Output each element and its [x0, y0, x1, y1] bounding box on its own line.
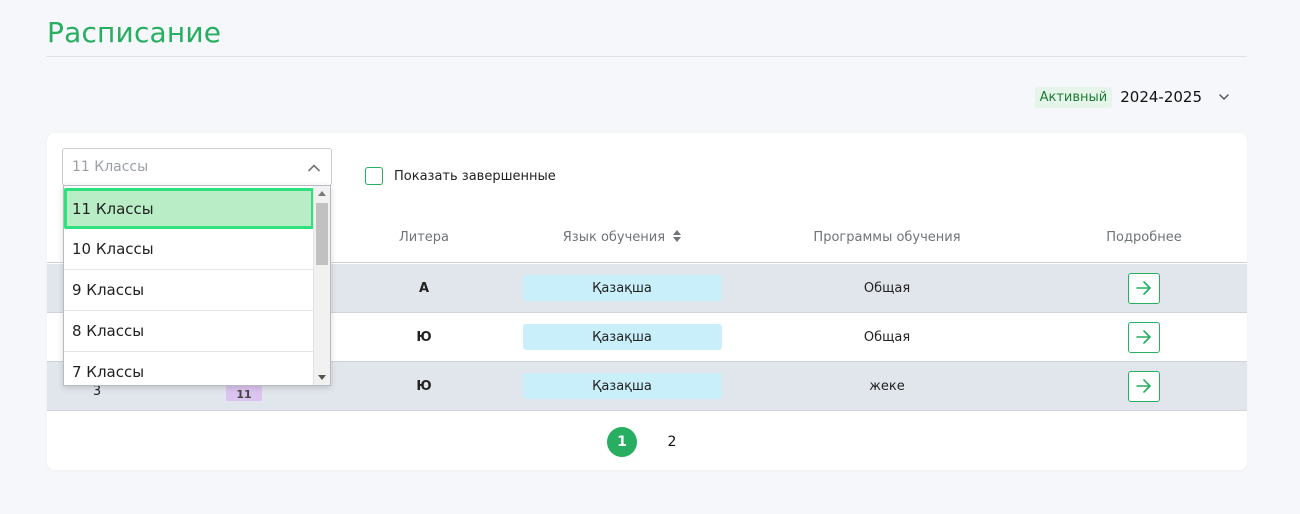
header-details: Подробнее	[1106, 230, 1182, 245]
dropdown-option[interactable]: 8 Классы	[64, 311, 314, 352]
dropdown-option[interactable]: 7 Классы	[64, 352, 314, 385]
row-program: жеке	[869, 378, 905, 394]
row-litera: А	[418, 280, 430, 296]
dropdown-option[interactable]: 10 Классы	[64, 229, 314, 270]
dropdown-option[interactable]: 9 Классы	[64, 270, 314, 311]
dropdown-scrollbar[interactable]	[313, 186, 330, 385]
scroll-up-icon[interactable]	[318, 191, 326, 196]
row-litera: Ю	[416, 378, 432, 394]
language-pill: Қазақша	[522, 324, 722, 350]
show-completed-checkbox[interactable]	[365, 167, 383, 185]
header-litera: Литера	[399, 230, 450, 245]
row-program: Общая	[863, 280, 911, 296]
chevron-up-icon[interactable]	[307, 161, 321, 175]
header-program: Программы обучения	[813, 230, 961, 245]
scroll-down-icon[interactable]	[318, 375, 326, 380]
dropdown-option[interactable]: 11 Классы	[64, 188, 314, 229]
year-selector[interactable]: Активный 2024-2025	[1034, 85, 1230, 109]
row-litera: Ю	[416, 329, 432, 345]
header-language-label[interactable]: Язык обучения	[563, 230, 665, 245]
arrow-right-icon	[1136, 281, 1151, 295]
chevron-down-icon[interactable]	[1218, 91, 1230, 103]
class-dropdown-list: 11 Классы 10 Классы 9 Классы 8 Классы 7 …	[63, 185, 331, 386]
class-select[interactable]: 11 Классы	[62, 148, 332, 186]
language-pill: Қазақша	[522, 373, 722, 399]
row-program: Общая	[863, 329, 911, 345]
arrow-right-icon	[1136, 330, 1151, 344]
page-button-1[interactable]: 1	[607, 427, 637, 457]
details-button[interactable]	[1128, 321, 1160, 353]
year-value[interactable]: 2024-2025	[1120, 88, 1202, 106]
details-button[interactable]	[1128, 370, 1160, 402]
page-title: Расписание	[47, 16, 222, 49]
show-completed-toggle[interactable]: Показать завершенные	[365, 167, 556, 185]
title-divider	[46, 56, 1247, 57]
show-completed-label: Показать завершенные	[394, 168, 556, 184]
scroll-thumb[interactable]	[316, 203, 328, 265]
status-badge: Активный	[1034, 86, 1113, 108]
class-select-value: 11 Классы	[72, 159, 149, 175]
header-language[interactable]: Язык обучения	[522, 230, 722, 245]
pagination: 1 2	[607, 427, 687, 457]
language-pill: Қазақша	[522, 275, 722, 301]
details-button[interactable]	[1128, 272, 1160, 304]
page-button-2[interactable]: 2	[657, 427, 687, 457]
arrow-right-icon	[1136, 379, 1151, 393]
sort-icon[interactable]	[673, 230, 682, 242]
